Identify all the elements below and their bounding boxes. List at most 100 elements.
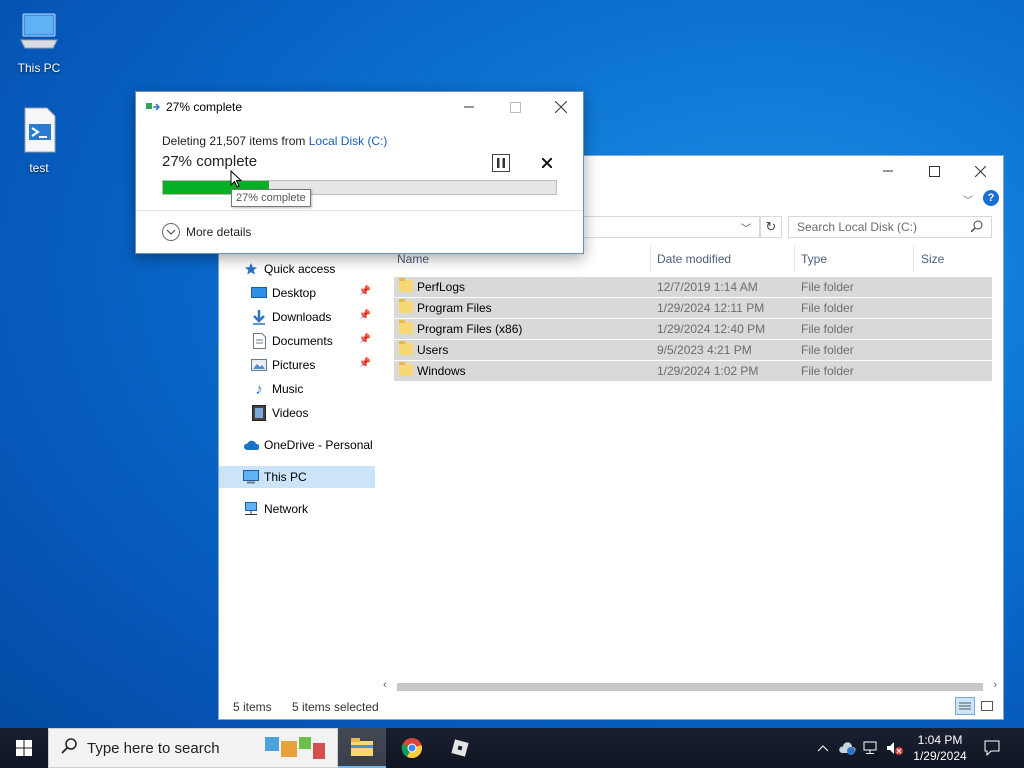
- navigation-pane: Quick access Desktop 📌 Downloads 📌 Docum…: [219, 251, 379, 695]
- nav-item-desktop[interactable]: Desktop 📌: [219, 282, 375, 304]
- nav-item-videos[interactable]: Videos: [219, 402, 375, 424]
- search-icon: [970, 220, 983, 235]
- taskbar-app-roblox[interactable]: [436, 728, 484, 768]
- nav-item-music[interactable]: ♪ Music: [219, 378, 375, 400]
- search-input[interactable]: Search Local Disk (C:): [788, 216, 992, 238]
- nav-item-documents[interactable]: Documents 📌: [219, 330, 375, 352]
- nav-item-label: Desktop: [272, 286, 317, 300]
- address-dropdown-icon[interactable]: ﹀: [741, 220, 751, 235]
- folder-icon: [399, 278, 413, 292]
- taskbar-app-chrome[interactable]: [388, 728, 436, 768]
- scroll-right-icon[interactable]: ›: [993, 679, 997, 691]
- taskbar-app-file-explorer[interactable]: [338, 728, 386, 768]
- nav-item-pictures[interactable]: Pictures 📌: [219, 354, 375, 376]
- pause-button[interactable]: [492, 154, 510, 172]
- dialog-close-button[interactable]: [538, 92, 584, 122]
- nav-item-label: OneDrive - Personal: [264, 438, 373, 452]
- help-icon[interactable]: ?: [983, 190, 999, 206]
- selected-count: 5 items selected: [292, 700, 379, 714]
- refresh-icon[interactable]: ↻: [760, 216, 782, 238]
- mouse-cursor-icon: [230, 169, 243, 191]
- folder-icon: [399, 362, 413, 376]
- horizontal-scrollbar[interactable]: ‹ ›: [379, 679, 1003, 695]
- powershell-script-icon: [4, 106, 74, 157]
- desktop-icon-test[interactable]: test: [4, 106, 74, 175]
- nav-item-label: Network: [264, 502, 309, 516]
- details-view-icon[interactable]: [955, 697, 975, 715]
- onedrive-icon: [243, 437, 259, 453]
- videos-icon: [251, 405, 267, 421]
- desktop-icon-label: This PC: [17, 61, 61, 75]
- table-row[interactable]: Program Files (x86) 1/29/2024 12:40 PM F…: [394, 319, 992, 339]
- nav-item-label: Videos: [272, 406, 309, 420]
- progress-bar: [162, 180, 557, 195]
- delete-operation-icon: [146, 101, 161, 116]
- progress-tooltip: 27% complete: [231, 189, 311, 207]
- notification-icon: [984, 740, 1000, 756]
- nav-item-onedrive[interactable]: OneDrive - Personal: [219, 434, 375, 456]
- column-header-size[interactable]: Size: [921, 246, 991, 272]
- taskbar-search-box[interactable]: Type here to search: [48, 728, 338, 768]
- table-row[interactable]: PerfLogs 12/7/2019 1:14 AM File folder: [394, 277, 992, 297]
- scroll-left-icon[interactable]: ‹: [383, 679, 387, 691]
- pin-icon: 📌: [358, 286, 371, 297]
- notifications-button[interactable]: [980, 728, 1004, 768]
- network-tray-icon[interactable]: [860, 728, 882, 768]
- taskbar-search-placeholder: Type here to search: [87, 739, 220, 757]
- pictures-icon: [251, 357, 267, 373]
- dialog-description: Deleting 21,507 items from Local Disk (C…: [162, 134, 388, 148]
- show-hidden-icons-button[interactable]: [812, 728, 834, 768]
- this-pc-icon: [4, 10, 74, 57]
- nav-item-label: Downloads: [272, 310, 332, 324]
- chrome-icon: [401, 738, 422, 759]
- onedrive-tray-icon[interactable]: [836, 728, 858, 768]
- music-icon: ♪: [255, 380, 263, 398]
- source-location-link[interactable]: Local Disk (C:): [309, 134, 388, 148]
- close-button[interactable]: [957, 156, 1003, 186]
- table-row[interactable]: Program Files 1/29/2024 12:11 PM File fo…: [394, 298, 992, 318]
- progress-percent-text: 27% complete: [162, 153, 258, 170]
- more-details-button[interactable]: More details: [162, 223, 251, 241]
- pause-icon: [497, 158, 505, 168]
- nav-item-label: Pictures: [272, 358, 316, 372]
- nav-item-downloads[interactable]: Downloads 📌: [219, 306, 375, 328]
- documents-icon: [251, 333, 267, 349]
- table-row[interactable]: Users 9/5/2023 4:21 PM File folder: [394, 340, 992, 360]
- minimize-button[interactable]: [865, 156, 911, 186]
- item-count: 5 items: [233, 700, 272, 714]
- dialog-title: 27% complete: [166, 100, 243, 114]
- nav-item-network[interactable]: Network: [219, 498, 375, 520]
- start-button[interactable]: [0, 728, 48, 768]
- cancel-icon: [542, 158, 552, 168]
- taskbar-clock[interactable]: 1:04 PM 1/29/2024: [905, 732, 975, 764]
- desktop-icon-this-pc[interactable]: This PC: [4, 10, 74, 75]
- pin-icon: 📌: [358, 310, 371, 321]
- nav-item-quick-access[interactable]: Quick access: [219, 258, 375, 280]
- network-icon: [243, 501, 259, 517]
- desktop-icon-label: test: [29, 161, 49, 175]
- dialog-maximize-button: [492, 92, 538, 122]
- column-header-date[interactable]: Date modified: [657, 246, 793, 272]
- nav-item-label: Quick access: [264, 262, 336, 276]
- maximize-button[interactable]: [911, 156, 957, 186]
- star-icon: [243, 261, 259, 277]
- table-row[interactable]: Windows 1/29/2024 1:02 PM File folder: [394, 361, 992, 381]
- this-pc-icon: [243, 469, 259, 485]
- volume-muted-icon[interactable]: [884, 728, 906, 768]
- roblox-icon: [451, 739, 469, 757]
- status-bar: 5 items 5 items selected: [219, 695, 1003, 719]
- folder-icon: [399, 299, 413, 313]
- desktop-folder-icon: [251, 285, 267, 301]
- column-header-type[interactable]: Type: [801, 246, 911, 272]
- search-highlight-icon: [263, 733, 327, 768]
- cancel-operation-button[interactable]: [538, 154, 556, 172]
- dialog-minimize-button[interactable]: [446, 92, 492, 122]
- chevron-down-icon: [162, 223, 180, 241]
- scrollbar-thumb[interactable]: [397, 683, 983, 691]
- large-icons-view-icon[interactable]: [979, 698, 995, 714]
- delete-progress-dialog: 27% complete Deleting 21,507 items from …: [135, 91, 584, 254]
- nav-item-this-pc[interactable]: This PC: [219, 466, 375, 488]
- ribbon-expand-icon[interactable]: ﹀: [963, 192, 973, 207]
- nav-item-label: Music: [272, 382, 304, 396]
- nav-item-label: Documents: [272, 334, 333, 348]
